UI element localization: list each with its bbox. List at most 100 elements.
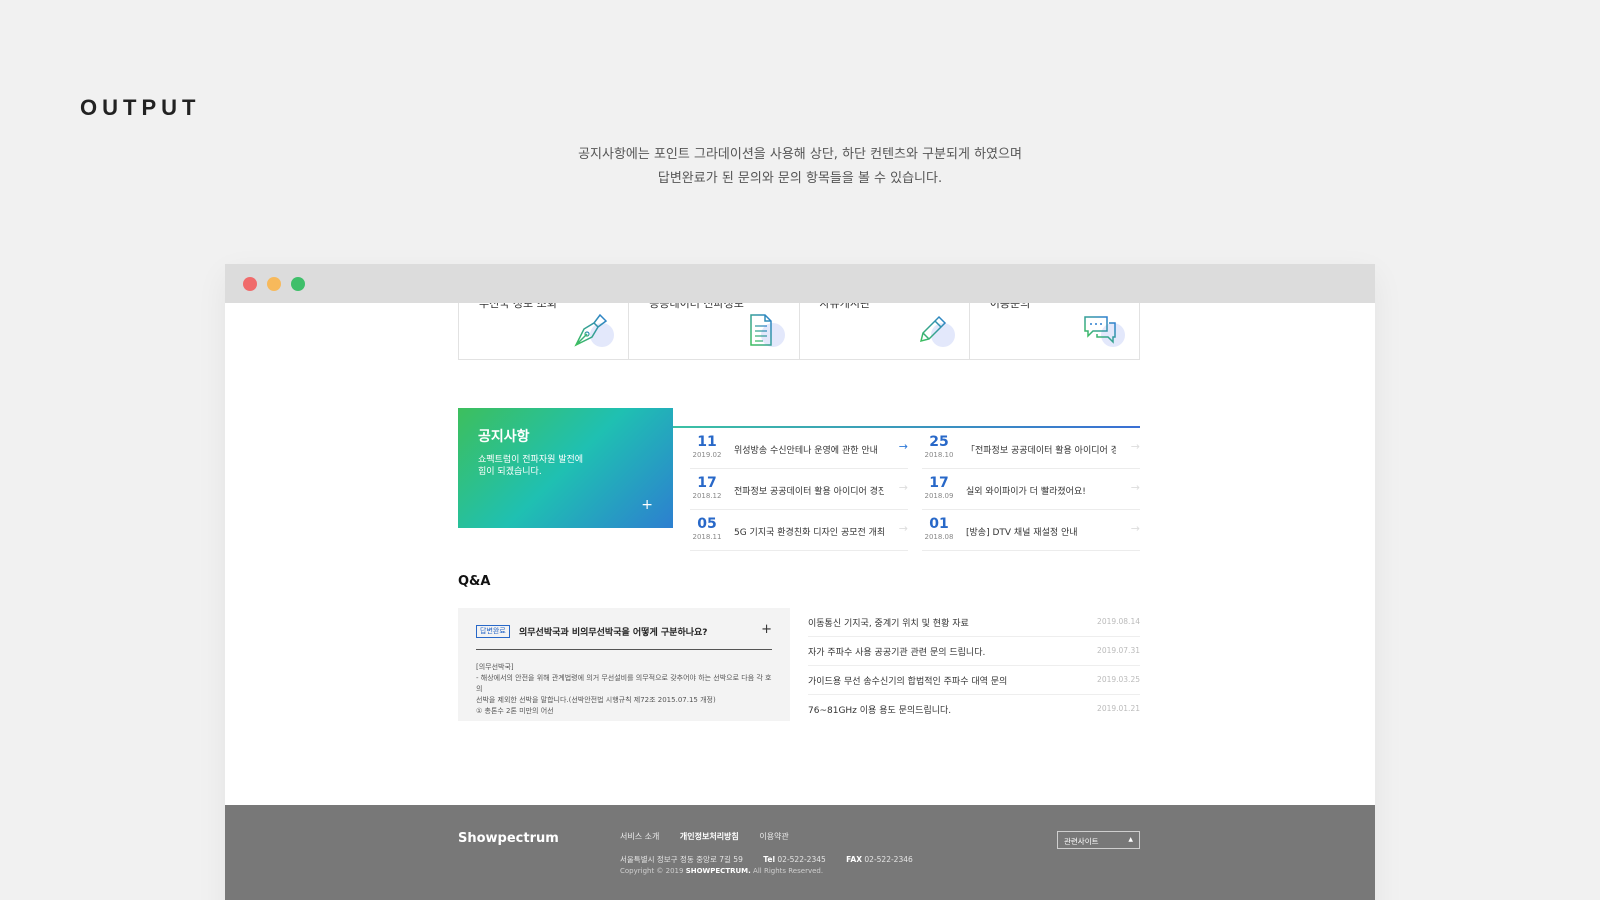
notice-date: 01 2018.08 xyxy=(922,516,956,542)
qa-item-title[interactable]: 이동통신 기지국, 중계기 위치 및 현황 자료 xyxy=(808,616,969,629)
notice-title-text[interactable]: 실외 와이파이가 더 빨라졌어요! xyxy=(966,484,1116,497)
pencil-icon xyxy=(911,313,955,349)
footer-tel: 02-522-2345 xyxy=(777,855,826,864)
qa-list: 이동통신 기지국, 중계기 위치 및 현황 자료 2019.08.14 자가 주… xyxy=(808,608,1140,724)
notice-title-text[interactable]: 전파정보 공공데이터 활용 아이디어 경진.. xyxy=(734,484,884,497)
qa-item-date: 2019.03.25 xyxy=(1097,675,1140,684)
notice-item[interactable]: 17 2018.09 실외 와이파이가 더 빨라졌어요! → xyxy=(922,469,1140,510)
qa-answer-line: - 해상에서의 안전을 위해 관계법령에 의거 무선설비를 의무적으로 갖추어야… xyxy=(476,674,772,693)
quick-card-label: 이용문의 xyxy=(989,303,1031,310)
document-icon xyxy=(741,313,785,349)
notice-date: 17 2018.09 xyxy=(922,475,956,501)
notice-year-month: 2018.09 xyxy=(924,492,954,500)
qa-featured-answer: [의무선박국] - 해상에서의 안전을 위해 관계법령에 의거 무선설비를 의무… xyxy=(476,662,772,717)
arrow-right-icon[interactable]: → xyxy=(1131,440,1140,453)
footer-tel-label: Tel xyxy=(763,855,776,864)
qa-list-item[interactable]: 76~81GHz 이용 용도 문의드립니다. 2019.01.21 xyxy=(808,695,1140,724)
copyright-brand: SHOWPECTRUM. xyxy=(685,867,751,875)
description-line-2: 답변완료가 된 문의와 문의 항목들을 볼 수 있습니다. xyxy=(657,171,943,186)
qa-item-title[interactable]: 자가 주파수 사용 공공기관 관련 문의 드립니다. xyxy=(808,645,985,658)
footer-address-text: 서울특별시 정보구 정동 중앙로 7길 59 xyxy=(620,855,743,864)
notice-date: 17 2018.12 xyxy=(690,475,724,501)
notice-day: 17 xyxy=(697,475,717,491)
qa-list-item[interactable]: 가이드용 무선 송수신기의 합법적인 주파수 대역 문의 2019.03.25 xyxy=(808,666,1140,695)
arrow-right-icon[interactable]: → xyxy=(899,522,908,535)
quick-card-label: 무선국 정보 조회 xyxy=(479,303,557,310)
arrow-right-icon[interactable]: → xyxy=(899,481,908,494)
caret-up-icon: ▲ xyxy=(1128,836,1133,843)
browser-titlebar xyxy=(225,264,1375,303)
related-sites-label: 관련사이트 xyxy=(1064,837,1099,846)
arrow-right-icon[interactable]: → xyxy=(1131,522,1140,535)
browser-window: 무선국 정보 조회 공공데이터 전파정보 자유게시판 이용문의 공지사항 쇼펙트… xyxy=(225,264,1375,900)
qa-item-date: 2019.07.31 xyxy=(1097,646,1140,655)
qa-answer-line: ① 총톤수 2톤 미만의 어선 xyxy=(476,707,554,715)
page-heading: OUTPUT xyxy=(80,95,201,120)
quick-card-public-data[interactable]: 공공데이터 전파정보 xyxy=(629,303,800,359)
footer-link-about[interactable]: 서비스 소개 xyxy=(620,832,659,841)
page-description: 공지사항에는 포인트 그라데이션을 사용해 상단, 하단 컨텐츠와 구분되게 하… xyxy=(0,143,1600,191)
notice-title-text[interactable]: 위성방송 수신안테나 운영에 관한 안내 xyxy=(734,443,884,456)
notice-item[interactable]: 01 2018.08 [방송] DTV 채널 재설정 안내 → xyxy=(922,510,1140,551)
qa-item-title[interactable]: 76~81GHz 이용 용도 문의드립니다. xyxy=(808,703,951,716)
qa-expand-button[interactable]: + xyxy=(761,622,772,637)
notice-date: 11 2019.02 xyxy=(690,434,724,460)
footer-link-terms[interactable]: 이용약관 xyxy=(759,832,788,841)
minimize-window-dot[interactable] xyxy=(267,277,281,291)
quick-card-inquiry[interactable]: 이용문의 xyxy=(970,303,1139,359)
notice-day: 01 xyxy=(929,516,949,532)
chat-bubbles-icon xyxy=(1081,313,1125,349)
arrow-right-icon[interactable]: → xyxy=(1131,481,1140,494)
notice-title-text[interactable]: 5G 기지국 환경친화 디자인 공모전 개최 xyxy=(734,525,884,538)
footer-fax-label: FAX xyxy=(846,855,863,864)
notice-year-month: 2018.08 xyxy=(924,533,954,541)
notice-list-left: 11 2019.02 위성방송 수신안테나 운영에 관한 안내 → 17 201… xyxy=(690,428,908,551)
notice-banner[interactable]: 공지사항 쇼펙트럼이 전파자원 발전에 힘이 되겠습니다. + xyxy=(458,408,673,528)
notice-item[interactable]: 11 2019.02 위성방송 수신안테나 운영에 관한 안내 → xyxy=(690,428,908,469)
quick-card-label: 자유게시판 xyxy=(819,303,871,310)
notice-title: 공지사항 xyxy=(478,429,530,445)
notice-item[interactable]: 25 2018.10 「전파정보 공공데이터 활용 아이디어 경진.. → xyxy=(922,428,1140,469)
qa-featured-header: 답변완료 의무선박국과 비의무선박국을 어떻게 구분하나요? + xyxy=(476,622,772,650)
notice-item[interactable]: 05 2018.11 5G 기지국 환경친화 디자인 공모전 개최 → xyxy=(690,510,908,551)
qa-item-title[interactable]: 가이드용 무선 송수신기의 합법적인 주파수 대역 문의 xyxy=(808,674,1007,687)
notice-year-month: 2019.02 xyxy=(692,451,722,459)
maximize-window-dot[interactable] xyxy=(291,277,305,291)
notice-year-month: 2018.12 xyxy=(692,492,722,500)
description-line-1: 공지사항에는 포인트 그라데이션을 사용해 상단, 하단 컨텐츠와 구분되게 하… xyxy=(578,147,1022,162)
notice-title-text[interactable]: [방송] DTV 채널 재설정 안내 xyxy=(966,525,1116,538)
pen-nib-icon xyxy=(570,313,615,349)
quick-menu: 무선국 정보 조회 공공데이터 전파정보 자유게시판 이용문의 xyxy=(458,303,1140,360)
footer-copyright: Copyright © 2019 SHOWPECTRUM. All Rights… xyxy=(620,867,823,875)
qa-list-item[interactable]: 이동통신 기지국, 중계기 위치 및 현황 자료 2019.08.14 xyxy=(808,608,1140,637)
quick-card-station-search[interactable]: 무선국 정보 조회 xyxy=(459,303,630,359)
quick-card-label: 공공데이터 전파정보 xyxy=(649,303,744,310)
quick-card-free-board[interactable]: 자유게시판 xyxy=(800,303,970,359)
qa-featured-card[interactable]: 답변완료 의무선박국과 비의무선박국을 어떻게 구분하나요? + [의무선박국]… xyxy=(458,608,790,721)
qa-item-date: 2019.01.21 xyxy=(1097,704,1140,713)
footer-link-privacy[interactable]: 개인정보처리방침 xyxy=(680,832,739,841)
notice-day: 25 xyxy=(929,434,949,450)
notice-more-button[interactable]: + xyxy=(641,498,653,512)
notice-year-month: 2018.11 xyxy=(692,533,722,541)
arrow-right-icon[interactable]: → xyxy=(899,440,908,453)
notice-item[interactable]: 17 2018.12 전파정보 공공데이터 활용 아이디어 경진.. → xyxy=(690,469,908,510)
qa-item-date: 2019.08.14 xyxy=(1097,617,1140,626)
notice-title-text[interactable]: 「전파정보 공공데이터 활용 아이디어 경진.. xyxy=(966,443,1116,456)
site-footer: Showpectrum 서비스 소개 개인정보처리방침 이용약관 서울특별시 정… xyxy=(225,805,1375,900)
footer-address: 서울특별시 정보구 정동 중앙로 7길 59 Tel 02-522-2345 F… xyxy=(620,854,913,865)
footer-logo[interactable]: Showpectrum xyxy=(458,831,559,846)
notice-year-month: 2018.10 xyxy=(924,451,954,459)
footer-fax: 02-522-2346 xyxy=(864,855,913,864)
qa-featured-question[interactable]: 의무선박국과 비의무선박국을 어떻게 구분하나요? xyxy=(519,625,708,638)
copyright-prefix: Copyright © 2019 xyxy=(620,867,684,875)
notice-list-right: 25 2018.10 「전파정보 공공데이터 활용 아이디어 경진.. → 17… xyxy=(922,428,1140,551)
notice-day: 05 xyxy=(697,516,717,532)
qa-list-item[interactable]: 자가 주파수 사용 공공기관 관련 문의 드립니다. 2019.07.31 xyxy=(808,637,1140,666)
qa-answer-line: [의무선박국] xyxy=(476,663,514,671)
answered-badge: 답변완료 xyxy=(476,625,510,638)
notice-date: 05 2018.11 xyxy=(690,516,724,542)
related-sites-select[interactable]: 관련사이트 ▲ xyxy=(1057,831,1140,849)
notice-subtitle: 쇼펙트럼이 전파자원 발전에 힘이 되겠습니다. xyxy=(478,455,584,477)
close-window-dot[interactable] xyxy=(243,277,257,291)
